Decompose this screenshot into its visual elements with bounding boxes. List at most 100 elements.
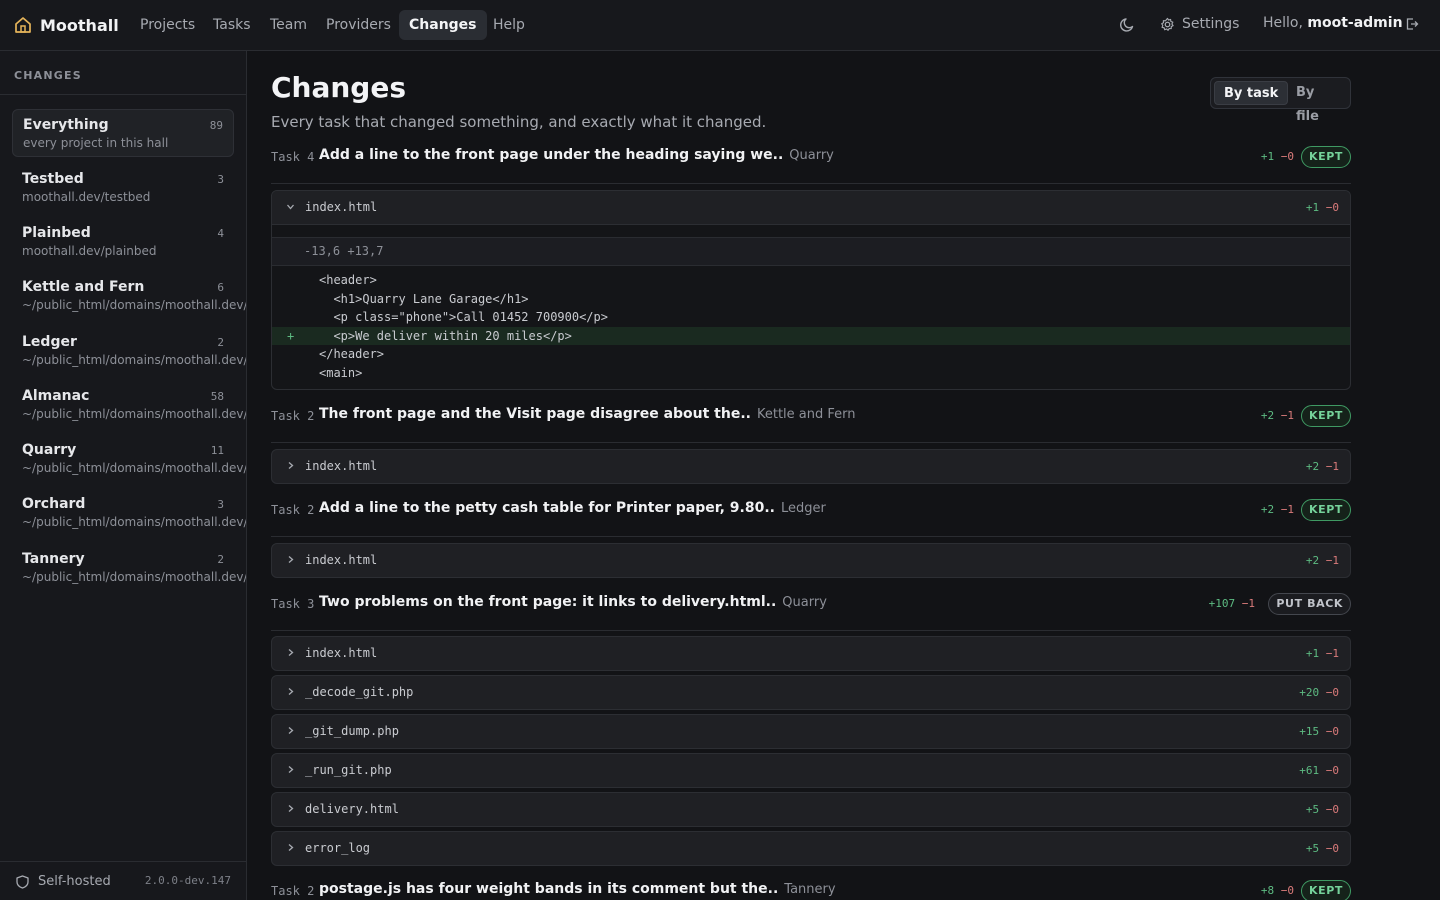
task-number: Task 2 [271, 884, 315, 898]
lines-added: +1 [1305, 647, 1320, 660]
shield-icon [16, 875, 29, 889]
sidebar-project[interactable]: Testbed 3 moothall.dev/testbed [12, 164, 234, 212]
chevron-icon [288, 462, 294, 469]
settings-button[interactable]: Settings [1160, 14, 1239, 34]
file-row[interactable]: delivery.html +5 −0 [271, 792, 1351, 827]
file-row[interactable]: index.html +2 −1 [271, 449, 1351, 484]
project-change-count: 6 [217, 281, 224, 294]
task-title-text: Two problems on the front page: it links… [319, 594, 777, 610]
task-line-stats: +2 −1 [1261, 503, 1294, 516]
file-line-stats: +5 −0 [1306, 803, 1339, 816]
sidebar-project[interactable]: Almanac 58 ~/public_html/domains/moothall.… [12, 381, 246, 429]
logout-icon[interactable] [1405, 17, 1419, 31]
file-row[interactable]: index.html +2 −1 [271, 543, 1351, 578]
sidebar-project[interactable]: Quarry 11 ~/public_html/domains/moothall.d… [12, 435, 246, 483]
lines-removed: −0 [1280, 150, 1294, 163]
file-diff: index.html +1 −0 -13,6 +13,7 <header> <h1>Q… [271, 190, 1351, 390]
project-change-count: 89 [209, 119, 223, 132]
file-row[interactable]: _decode_git.php +20 −0 [271, 675, 1351, 710]
lines-removed: −1 [1241, 597, 1255, 610]
status-badge: KEPT [1300, 146, 1351, 168]
file-line-stats: +15 −0 [1299, 725, 1339, 738]
sidebar-project[interactable]: Everything 89 every project in this hall [12, 109, 234, 157]
sidebar-project[interactable]: Plainbed 4 moothall.dev/plainbed [12, 218, 234, 266]
brand[interactable]: Moothall [14, 13, 119, 37]
file-name: _decode_git.php [305, 685, 414, 699]
project-path: ~/public_html/domains/moothall.dev/ledge… [22, 353, 247, 367]
sidebar-footer: Self-hosted 2.0.0-dev.147 [0, 861, 246, 900]
diff-code: </header> [319, 347, 385, 362]
task-header[interactable]: Task 2 Add a line to the petty cash table… [271, 497, 1351, 537]
diff-line-context: </header> [272, 345, 1350, 364]
sidebar-project[interactable]: Orchard 3 ~/public_html/domains/moothall.d… [12, 489, 246, 537]
nav-changes[interactable]: Changes [399, 10, 487, 40]
diff-line-added: + <p>We deliver within 20 miles</p> [272, 326, 1350, 346]
file-row[interactable]: error_log +5 −0 [271, 831, 1351, 866]
project-path: ~/public_html/domains/moothall.dev/alman… [22, 407, 246, 421]
chevron-icon [288, 805, 294, 812]
file-row[interactable]: index.html +1 −0 [272, 191, 1350, 225]
page-subtitle: Every task that changed something, and e… [271, 113, 767, 131]
file-line-stats: +1 −1 [1306, 647, 1339, 660]
task-header[interactable]: Task 2 postage.js has four weight bands i… [271, 878, 1351, 900]
toggle-by-file[interactable]: By file [1287, 81, 1350, 124]
sidebar-title: CHANGES [14, 69, 82, 82]
file-row[interactable]: _git_dump.php +15 −0 [271, 714, 1351, 749]
diff-line-context: <h1>Quarry Lane Garage</h1> [272, 290, 1350, 309]
task-title-text: Add a line to the petty cash table for P… [319, 500, 775, 516]
chevron-icon [288, 766, 294, 773]
project-path: moothall.dev/plainbed [22, 244, 157, 258]
sidebar-project[interactable]: Tannery 2 ~/public_html/domains/moothall.d… [12, 544, 246, 592]
nav-tasks[interactable]: Tasks [203, 10, 261, 40]
task-header[interactable]: Task 4 Add a line to the front page under… [271, 144, 1351, 184]
lines-added: +2 [1260, 409, 1275, 422]
project-name: Orchard [22, 496, 86, 512]
project-path: every project in this hall [23, 136, 169, 150]
task-number: Task 2 [271, 409, 315, 423]
diff-sign: + [287, 328, 295, 343]
project-change-count: 3 [217, 173, 224, 186]
nav-providers[interactable]: Providers [316, 10, 401, 40]
page-title: Changes [271, 71, 407, 104]
diff-code: <p class="phone">Call 01452 700900</p> [319, 310, 608, 325]
lines-added: +2 [1305, 554, 1320, 567]
gear-icon [1161, 17, 1174, 31]
nav-help[interactable]: Help [483, 10, 535, 40]
lines-added: +5 [1305, 842, 1320, 855]
file-name: index.html [305, 646, 378, 660]
task-project: Quarry [789, 148, 834, 163]
lines-removed: −1 [1325, 554, 1339, 567]
task-number: Task 2 [271, 503, 315, 517]
file-line-stats: +1 −0 [1306, 201, 1339, 214]
username: moot-admin [1307, 15, 1403, 31]
task-header[interactable]: Task 2 The front page and the Visit page … [271, 403, 1351, 443]
task-line-stats: +2 −1 [1261, 409, 1294, 422]
lines-added: +15 [1299, 725, 1320, 738]
project-path: ~/public_html/domains/moothall.dev/quarr… [22, 461, 247, 475]
file-row[interactable]: _run_git.php +61 −0 [271, 753, 1351, 788]
file-line-stats: +20 −0 [1299, 686, 1339, 699]
diff-line-context: <p class="phone">Call 01452 700900</p> [272, 308, 1350, 327]
chevron-icon [287, 204, 294, 210]
self-hosted-label: Self-hosted [38, 874, 111, 889]
file-row[interactable]: index.html +1 −1 [271, 636, 1351, 671]
diff-line-context: <main> [272, 364, 1350, 383]
lines-removed: −0 [1325, 842, 1339, 855]
project-name: Almanac [22, 388, 90, 404]
nav-team[interactable]: Team [260, 10, 317, 40]
moon-icon[interactable] [1120, 16, 1136, 32]
sidebar-project[interactable]: Ledger 2 ~/public_html/domains/moothall.de… [12, 327, 246, 375]
diff-code: <h1>Quarry Lane Garage</h1> [319, 291, 529, 306]
sidebar-project[interactable]: Kettle and Fern 6 ~/public_html/domains/mo… [12, 272, 246, 320]
chevron-icon [288, 556, 294, 563]
toggle-by-task[interactable]: By task [1214, 81, 1289, 105]
nav-projects[interactable]: Projects [130, 10, 205, 40]
lines-removed: −1 [1325, 460, 1339, 473]
chevron-icon [288, 688, 294, 695]
lines-removed: −0 [1325, 764, 1339, 777]
settings-label: Settings [1182, 16, 1240, 32]
lines-added: +61 [1299, 764, 1320, 777]
task-header[interactable]: Task 3 Two problems on the front page: it… [271, 591, 1351, 631]
diff-line-context: <header> [272, 271, 1350, 290]
hunk-header: -13,6 +13,7 [272, 237, 1350, 266]
